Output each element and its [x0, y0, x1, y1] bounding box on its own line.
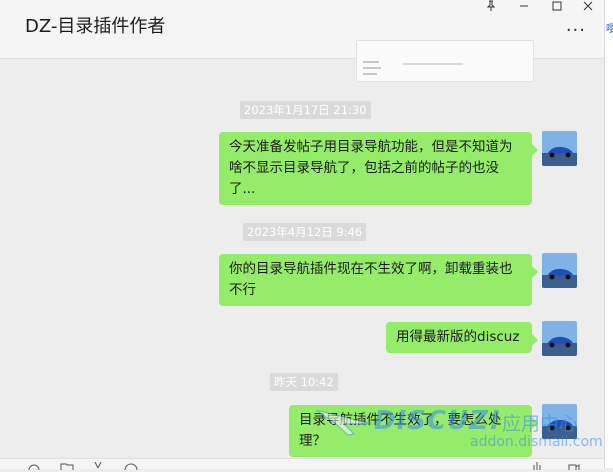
message-timestamp: 2023年1月17日 21:30	[240, 101, 371, 119]
message-timestamp: 昨天 10:42	[270, 373, 338, 391]
more-options-button[interactable]: ···	[566, 20, 586, 41]
pin-icon[interactable]	[480, 0, 502, 14]
shared-image-thumbnail[interactable]	[356, 40, 534, 82]
thumbnail-line	[403, 63, 463, 65]
user-avatar[interactable]	[542, 131, 577, 166]
maximize-icon[interactable]	[546, 0, 568, 14]
message-bubble[interactable]: 用得最新版的discuz	[386, 322, 538, 353]
thumbnail-line	[363, 67, 381, 69]
watermark-url: addon.dismall.com	[470, 434, 603, 450]
user-avatar[interactable]	[542, 321, 577, 356]
message-bubble[interactable]: 今天准备发帖子用目录导航功能，但是不知道为啥不显示目录导航了，包括之前的帖子的也…	[219, 132, 538, 205]
message-bubble[interactable]: 你的目录导航插件现在不生效了啊，卸载重装也不行	[219, 254, 538, 306]
close-icon[interactable]	[577, 0, 599, 14]
voice-icon[interactable]	[532, 462, 542, 472]
watermark-arrow-icon	[315, 409, 373, 436]
thumbnail-line	[363, 73, 377, 75]
minimize-icon[interactable]	[513, 0, 535, 14]
side-panel-edge: 嘤	[604, 0, 613, 468]
user-avatar[interactable]	[542, 253, 577, 288]
folder-icon[interactable]	[60, 462, 74, 472]
chat-history-icon[interactable]	[124, 462, 138, 472]
emoji-icon[interactable]	[28, 462, 40, 472]
watermark-logo: DISCUZ!	[374, 406, 502, 436]
input-toolbar	[0, 458, 604, 472]
discuz-watermark: DISCUZ! 应用中心 addon.dismall.com	[312, 406, 604, 456]
video-call-icon[interactable]	[568, 462, 580, 472]
watermark-subtitle: 应用中心	[502, 413, 579, 435]
message-timestamp: 2023年4月12日 9:46	[243, 223, 367, 241]
side-panel-glyph: 嘤	[606, 24, 613, 35]
scissors-icon[interactable]	[93, 461, 103, 472]
chat-title: DZ-目录插件作者	[25, 16, 166, 37]
thumbnail-line	[363, 61, 379, 63]
